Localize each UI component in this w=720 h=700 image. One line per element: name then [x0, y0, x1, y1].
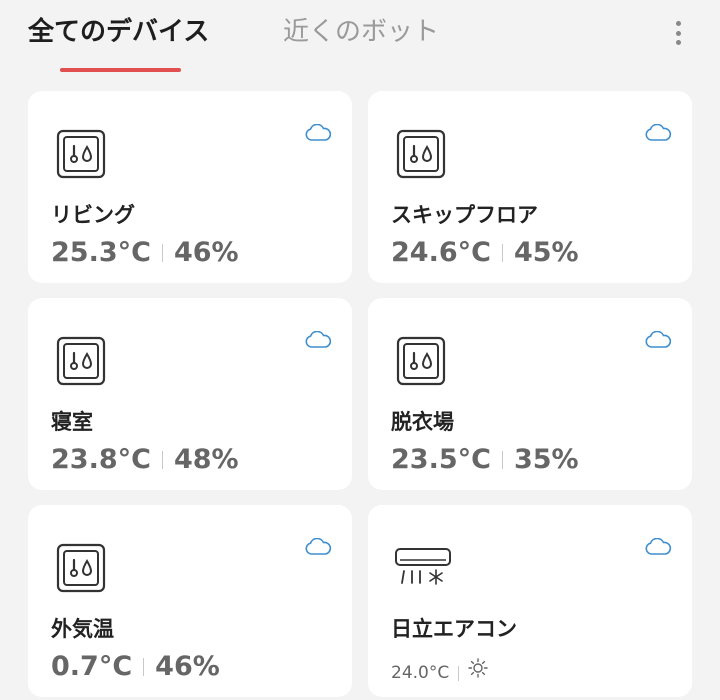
humidity-value: 46% — [155, 651, 220, 682]
divider — [161, 244, 163, 262]
thermo-hygrometer-icon — [394, 336, 448, 390]
setpoint-temperature: 24.0°C — [391, 663, 450, 683]
device-name: リビング — [51, 203, 135, 227]
tab-nearby-bots[interactable]: 近くのボット — [283, 14, 439, 50]
device-name: スキップフロア — [391, 203, 538, 227]
tab-all-devices[interactable]: 全てのデバイス — [28, 14, 209, 50]
device-name: 外気温 — [51, 617, 114, 641]
temperature-value: 25.3°C — [51, 237, 151, 268]
device-card-air-conditioner[interactable]: 日立エアコン 24.0°C — [368, 505, 692, 697]
thermo-hygrometer-icon — [394, 129, 448, 183]
cloud-icon — [644, 330, 672, 353]
cloud-icon — [304, 537, 332, 560]
cloud-icon — [304, 330, 332, 353]
device-card-dressing-room[interactable]: 脱衣場 23.5°C 35% — [368, 298, 692, 490]
thermo-hygrometer-icon — [54, 129, 108, 183]
device-name: 寝室 — [51, 410, 93, 434]
device-card-living[interactable]: リビング 25.3°C 46% — [28, 91, 352, 283]
device-reading: 0.7°C 46% — [51, 649, 220, 685]
temperature-value: 23.8°C — [51, 444, 151, 475]
more-options-icon[interactable] — [664, 17, 692, 49]
device-card-outdoor[interactable]: 外気温 0.7°C 46% — [28, 505, 352, 697]
thermo-hygrometer-icon — [54, 543, 108, 597]
device-reading: 24.0°C — [391, 655, 488, 691]
device-name: 脱衣場 — [391, 410, 454, 434]
device-reading: 24.6°C 45% — [391, 235, 579, 271]
device-reading: 25.3°C 46% — [51, 235, 239, 271]
divider — [501, 451, 503, 469]
divider — [143, 658, 145, 676]
sun-icon — [468, 655, 488, 691]
top-bar: 全てのデバイス 近くのボット — [0, 0, 720, 80]
device-reading: 23.5°C 35% — [391, 442, 579, 478]
divider — [161, 451, 163, 469]
humidity-value: 45% — [513, 237, 579, 268]
device-card-bedroom[interactable]: 寝室 23.8°C 48% — [28, 298, 352, 490]
divider — [458, 665, 460, 681]
active-tab-indicator — [60, 68, 181, 72]
device-name: 日立エアコン — [391, 617, 517, 641]
divider — [501, 244, 503, 262]
humidity-value: 48% — [173, 444, 239, 475]
temperature-value: 24.6°C — [391, 237, 491, 268]
thermo-hygrometer-icon — [54, 336, 108, 390]
device-reading: 23.8°C 48% — [51, 442, 239, 478]
humidity-value: 46% — [173, 237, 239, 268]
air-conditioner-icon — [394, 547, 454, 593]
temperature-value: 0.7°C — [51, 651, 133, 682]
cloud-icon — [644, 537, 672, 560]
temperature-value: 23.5°C — [391, 444, 491, 475]
cloud-icon — [304, 123, 332, 146]
humidity-value: 35% — [513, 444, 579, 475]
cloud-icon — [644, 123, 672, 146]
device-card-skip-floor[interactable]: スキップフロア 24.6°C 45% — [368, 91, 692, 283]
